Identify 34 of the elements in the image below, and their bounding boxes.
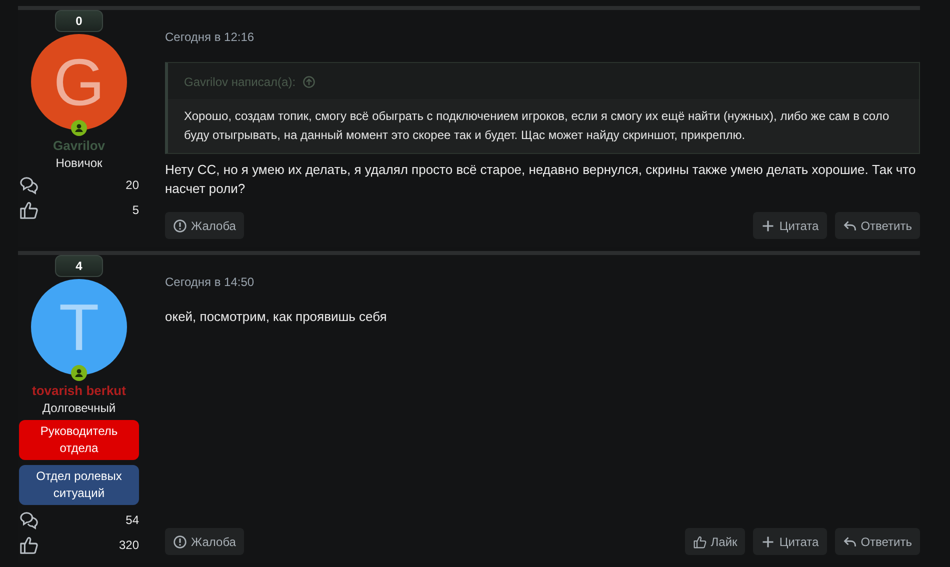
post-date[interactable]: Сегодня в 12:16: [165, 30, 920, 44]
messages-icon: [19, 175, 39, 195]
like-count: 5: [132, 203, 139, 217]
thumbs-up-icon: [19, 200, 39, 220]
plus-icon: [761, 534, 776, 548]
post-text: Нету СС, но я умею их делать, я удалял просто всё старое, недавно вернулся, скрины также умею делать хорошие. Так что насчет роли?: [165, 161, 917, 198]
post-date[interactable]: Сегодня в 14:50: [165, 275, 920, 289]
alert-icon: [173, 218, 187, 232]
user-title: Долговечный: [42, 401, 116, 415]
message-count: 54: [126, 513, 139, 527]
like-button[interactable]: Лайк: [684, 528, 746, 555]
user-title: Новичок: [56, 156, 102, 170]
alert-icon: [173, 534, 187, 548]
reply-icon: [842, 218, 857, 232]
quote-text: Хорошо, создам топик, смогу всё обыграть с подключением игроков, если я смогу их ещё найти (нужных), либо же сам в соло буду отыгрывать, на данный момент это скорее так и будет. Щас может найду скриншот, прикреплю.: [168, 99, 919, 153]
report-button[interactable]: Жалоба: [165, 528, 244, 555]
reaction-score-badge: 0: [55, 10, 103, 32]
quote-button[interactable]: Цитата: [753, 212, 827, 239]
message-count: 20: [126, 178, 139, 192]
reaction-score-badge: 4: [55, 255, 103, 277]
role-banner: Отдел ролевых ситуаций: [19, 465, 139, 505]
quote-button[interactable]: Цитата: [753, 528, 827, 555]
thumbs-up-icon: [19, 535, 39, 555]
reply-icon: [842, 534, 857, 548]
role-banner: Руководитель отдела: [19, 420, 139, 460]
arrow-up-icon[interactable]: [302, 75, 316, 89]
messages-icon: [19, 510, 39, 530]
thumbs-up-icon: [692, 534, 707, 548]
reply-button[interactable]: Ответить: [834, 212, 920, 239]
like-count: 320: [118, 538, 139, 552]
reply-button[interactable]: Ответить: [834, 528, 920, 555]
plus-icon: [761, 218, 776, 232]
report-button[interactable]: Жалоба: [165, 212, 244, 239]
post-text: окей, посмотрим, как проявишь себя: [165, 308, 388, 326]
